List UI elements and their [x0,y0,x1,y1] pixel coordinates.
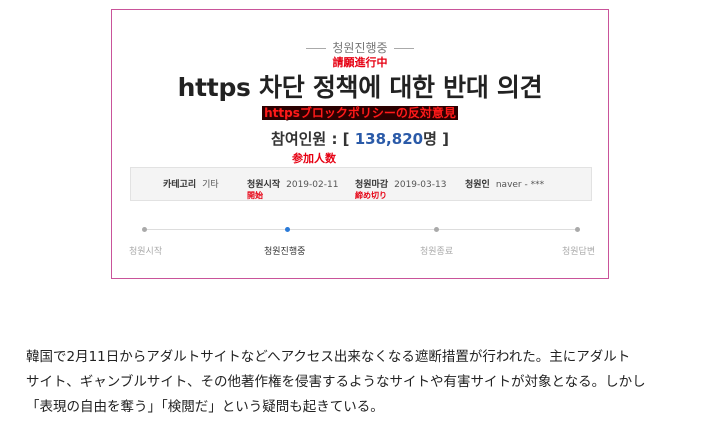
article-line: 韓国で2月11日からアダルトサイトなどへアクセス出来なくなる遮断措置が行われた。… [26,349,631,365]
start-value: 2019-02-11 [286,180,339,190]
participants-suffix: 명 ] [423,130,449,148]
step-dot-active [285,227,290,232]
divider [306,48,327,49]
end-annotation: 締め切り [355,191,387,200]
step-answered[interactable]: 청원답변 [562,244,595,257]
status-label: 청원진행중 [332,41,388,55]
title-annotation-text: httpsブロックポリシーの反対意見 [262,106,458,120]
petition-info-box: 카테고리 기타 청원시작 2019-02-11 開始 청원마감 2019-03-13 … [130,167,592,201]
article-text: 韓国で2月11日からアダルトサイトなどへアクセス出来なくなる遮断措置が行われた。… [26,345,696,420]
author-label: 청원인 [465,180,490,190]
info-category: 카테고리 기타 [163,177,219,190]
category-value: 기타 [202,180,219,190]
step-dot [142,227,147,232]
petition-card: 청원진행중 請願進行中 https 차단 정책에 대한 반대 의견 httpsブ… [111,9,609,279]
info-start: 청원시작 2019-02-11 [247,177,338,190]
petition-title: https 차단 정책에 대한 반대 의견 [177,73,543,102]
step-in-progress[interactable]: 청원진행중 [264,244,305,257]
info-end: 청원마감 2019-03-13 [355,177,446,190]
end-value: 2019-03-13 [394,180,447,190]
participants-annotation: 参加人数 [292,152,336,165]
progress-line [142,227,580,232]
end-label: 청원마감 [355,180,389,190]
participants-count: 138,820 [354,130,424,148]
category-label: 카테고리 [163,180,197,190]
participants: 참여인원 : [ 138,820명 ] [112,128,608,149]
start-annotation: 開始 [247,191,263,200]
author-value: naver - *** [495,180,545,190]
divider [393,48,414,49]
step-dot [434,227,439,232]
article-line: サイト、ギャンブルサイト、その他著作権を侵害するようなサイトや有害サイトが対象と… [26,374,646,390]
start-label: 청원시작 [247,180,281,190]
participants-label: 참여인원 : [ [271,130,355,148]
title-annotation: httpsブロックポリシーの反対意見 [112,104,608,121]
info-author: 청원인 naver - *** [465,177,544,190]
step-start[interactable]: 청원시작 [129,244,162,257]
step-closed[interactable]: 청원종료 [420,244,453,257]
step-dot [575,227,580,232]
article-line: 「表現の自由を奪う」「検閲だ」という疑問も起きている。 [26,399,384,415]
